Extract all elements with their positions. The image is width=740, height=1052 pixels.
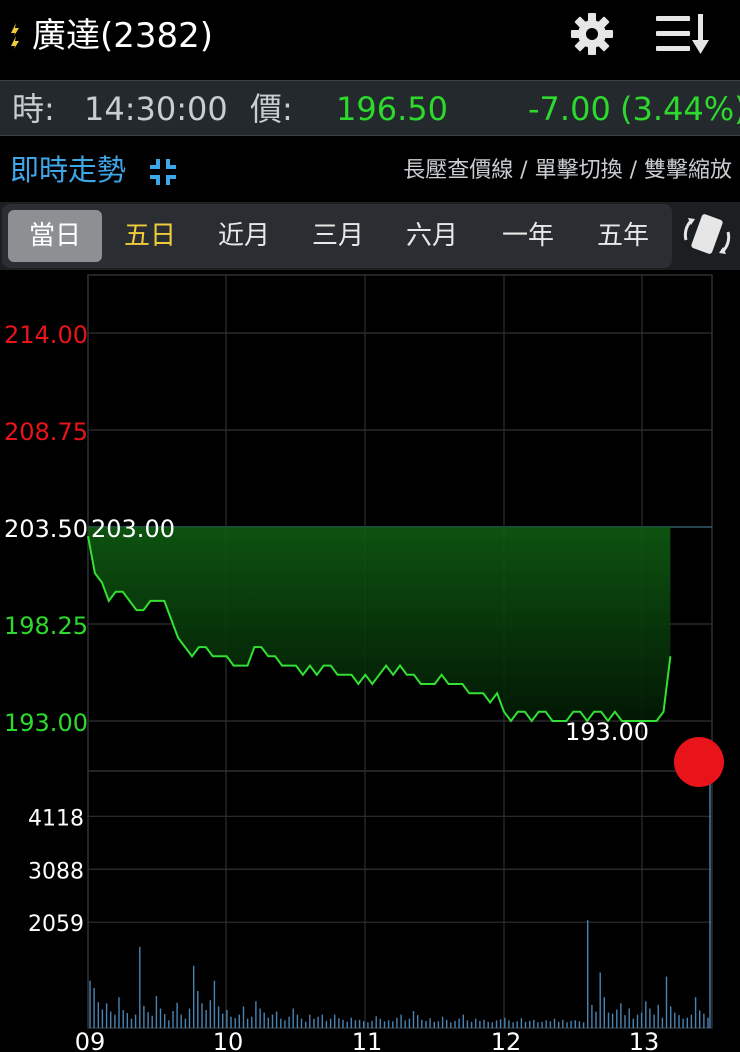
title-bar: 廣達(2382): [0, 0, 740, 76]
tab-day[interactable]: 當日: [8, 210, 102, 262]
quote-time: 14:30:00: [84, 90, 228, 128]
tab-five-year[interactable]: 五年: [576, 210, 670, 262]
crosshair-cursor-dot[interactable]: [674, 737, 724, 787]
mode-title[interactable]: 即時走勢: [10, 150, 126, 190]
period-tab-bar: 當日 五日 近月 三月 六月 一年 五年: [0, 202, 740, 270]
time-tick-label-2: 11: [352, 1028, 383, 1052]
price-label: 價:: [250, 90, 293, 128]
quote-bar: 時: 14:30:00 價: 196.50 -7.00 (3.44%): [0, 80, 740, 136]
sort-menu-icon[interactable]: [654, 12, 712, 56]
quote-change-pct: (3.44%): [620, 90, 740, 128]
price-tick-label-1: 208.75: [4, 418, 88, 446]
collapse-icon[interactable]: [148, 157, 178, 187]
period-tabs: 當日 五日 近月 三月 六月 一年 五年: [2, 204, 672, 268]
time-tick-label-3: 12: [491, 1028, 522, 1052]
time-tick-label-0: 09: [75, 1028, 106, 1052]
time-label: 時:: [12, 90, 55, 128]
mode-hint: 長壓查價線 / 單擊切換 / 雙擊縮放: [403, 158, 732, 183]
stock-title: 廣達(2382): [32, 16, 214, 56]
flash-icon: [11, 23, 19, 49]
low-price-label: 193.00: [565, 718, 649, 746]
volume-tick-label-1: 3088: [28, 859, 84, 884]
high-price-label: 203.00: [91, 515, 175, 543]
volume-tick-label-2: 2059: [28, 912, 84, 937]
intraday-chart[interactable]: 214.00 208.75 203.50 198.25 193.00 4118 3088 20…: [0, 270, 740, 1052]
time-tick-label-4: 13: [629, 1028, 660, 1052]
quote-price: 196.50: [336, 90, 448, 128]
time-tick-label-1: 10: [213, 1028, 244, 1052]
price-tick-label-3: 198.25: [4, 612, 88, 640]
price-tick-label-2: 203.50: [4, 515, 88, 543]
tab-five-day[interactable]: 五日: [104, 210, 196, 262]
tab-three-month[interactable]: 三月: [292, 210, 384, 262]
price-area-fill: [88, 527, 671, 721]
mode-bar: 即時走勢 長壓查價線 / 單擊切換 / 雙擊縮放: [0, 140, 740, 200]
tab-month[interactable]: 近月: [198, 210, 290, 262]
price-tick-label-4: 193.00: [4, 709, 88, 737]
gear-icon[interactable]: [568, 10, 616, 58]
rotate-screen-icon[interactable]: [680, 210, 734, 262]
price-tick-label-0: 214.00: [4, 321, 88, 349]
tab-six-month[interactable]: 六月: [386, 210, 478, 262]
tab-one-year[interactable]: 一年: [480, 210, 576, 262]
volume-tick-label-0: 4118: [28, 806, 84, 831]
quote-change: -7.00: [528, 90, 611, 128]
